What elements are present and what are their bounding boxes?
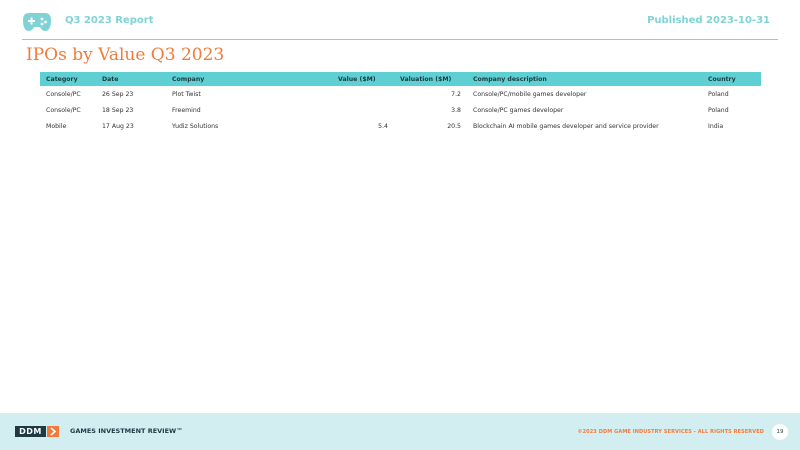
table-row: Console/PC 26 Sep 23 Plot Twist 7.2 Cons… [40,86,761,102]
cell-value [332,86,394,102]
chevron-right-icon [47,426,59,437]
gamepad-icon [23,13,51,31]
table-row: Mobile 17 Aug 23 Yudiz Solutions 5.4 20.… [40,118,761,134]
page-number: 19 [772,424,788,440]
ddm-logo: DDM [15,426,46,437]
table-row: Console/PC 18 Sep 23 Freemind 3.8 Consol… [40,102,761,118]
ipo-table: Category Date Company Value ($M) Valuati… [40,72,761,134]
cell-description: Console/PC games developer [473,106,564,114]
cell-valuation: 3.8 [451,106,461,114]
cell-country: Poland [708,106,729,114]
column-header-category: Category [40,72,96,86]
cell-description: Console/PC/mobile games developer [473,90,587,98]
column-header-country: Country [702,72,761,86]
cell-category: Mobile [46,122,67,130]
footer-brand: GAMES INVESTMENT REVIEW™ [70,427,183,435]
published-date: Published 2023-10-31 [647,15,770,26]
cell-date: 26 Sep 23 [102,90,134,98]
cell-country: India [708,122,724,130]
report-footer: DDM GAMES INVESTMENT REVIEW™ ©2023 DDM G… [0,413,800,450]
cell-value [332,102,394,118]
column-header-company: Company [166,72,332,86]
cell-date: 17 Aug 23 [102,122,134,130]
cell-company: Plot Twist [172,90,201,98]
report-header: Q3 2023 Report Published 2023-10-31 [0,0,800,40]
column-header-valuation: Valuation ($M) [394,72,467,86]
footer-copyright: ©2023 DDM GAME INDUSTRY SERVICES - ALL R… [577,429,764,435]
cell-valuation: 7.2 [451,90,461,98]
cell-category: Console/PC [46,106,81,114]
cell-date: 18 Sep 23 [102,106,134,114]
cell-company: Yudiz Solutions [172,122,219,130]
page-title: IPOs by Value Q3 2023 [26,45,225,65]
table-header-row: Category Date Company Value ($M) Valuati… [40,72,761,86]
cell-value: 5.4 [378,122,388,130]
report-title: Q3 2023 Report [65,15,154,26]
column-header-description: Company description [467,72,702,86]
cell-country: Poland [708,90,729,98]
cell-company: Freemind [172,106,201,114]
cell-category: Console/PC [46,90,81,98]
cell-description: Blockchain AI mobile games developer and… [473,122,659,130]
column-header-date: Date [96,72,166,86]
column-header-value: Value ($M) [332,72,394,86]
cell-valuation: 20.5 [447,122,461,130]
header-divider [22,39,778,40]
